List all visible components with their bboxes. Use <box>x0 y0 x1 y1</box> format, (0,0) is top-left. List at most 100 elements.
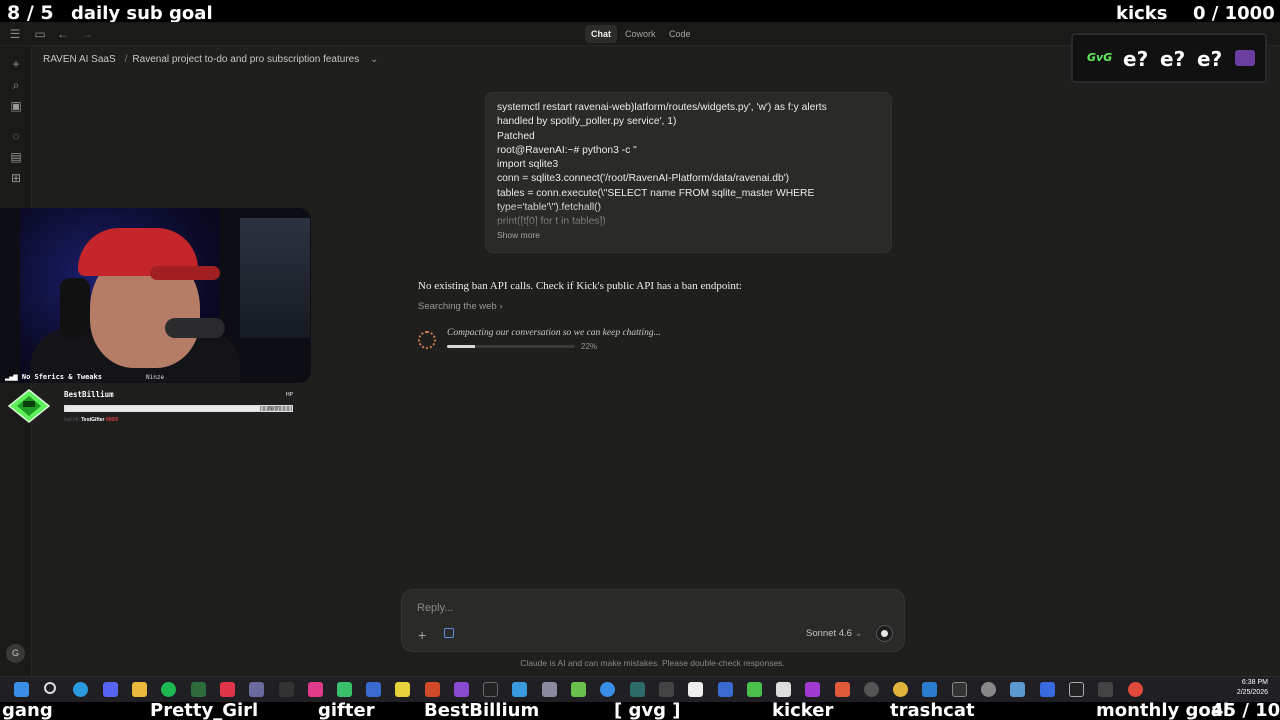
app-icon[interactable] <box>835 682 850 697</box>
tiktok-icon[interactable] <box>308 682 323 697</box>
hp-last-hit-amount: 0000! <box>105 417 119 423</box>
app-icon[interactable] <box>747 682 762 697</box>
code-fade <box>486 203 891 233</box>
app-icon[interactable] <box>191 682 206 697</box>
model-name: Sonnet 4.6 <box>806 628 852 639</box>
new-chat-icon[interactable]: + <box>8 56 24 72</box>
kicks-count: 0 / 1000 <box>1193 3 1275 24</box>
chat-bubble-icon[interactable]: ◌ <box>8 128 24 144</box>
user-message-code-block: systemctl restart ravenai-web)latform/ro… <box>485 92 892 253</box>
webcam-caption-secondary: Ninze <box>146 374 165 381</box>
app-icon[interactable] <box>864 682 879 697</box>
webcam-overlay <box>0 208 311 383</box>
app-icon[interactable] <box>220 682 235 697</box>
loading-spinner-icon <box>418 331 436 349</box>
app-icon[interactable] <box>718 682 733 697</box>
back-arrow-icon[interactable]: ← <box>55 26 71 42</box>
webcam-caption: ▂▄▆ No Sferics & Tweaks <box>5 373 102 381</box>
searching-the-web-toggle[interactable]: Searching the web › <box>418 301 503 312</box>
briefcase-icon[interactable]: ▣ <box>8 98 24 114</box>
show-more-button[interactable]: Show more <box>497 230 540 240</box>
spotify-icon[interactable] <box>161 682 176 697</box>
searching-label: Searching the web <box>418 301 497 312</box>
emote-1: e? <box>1123 47 1149 71</box>
chevron-down-icon: ⌄ <box>854 628 863 639</box>
emote-3: e? <box>1197 47 1223 71</box>
model-selector[interactable]: Sonnet 4.6 ⌄ <box>806 628 863 639</box>
file-explorer-icon[interactable] <box>132 682 147 697</box>
hp-bar-fill <box>65 406 261 411</box>
taskbar-clock[interactable]: 6:38 PM 2/25/2026 <box>1232 678 1268 698</box>
app-icon[interactable] <box>512 682 527 697</box>
code-line: import sqlite3 <box>497 159 559 171</box>
sidebar-toggle-icon[interactable]: ▭ <box>32 26 48 42</box>
tab-chat[interactable]: Chat <box>585 25 617 43</box>
monitor-image <box>240 218 310 338</box>
code-line: systemctl restart ravenai-web)latform/ro… <box>497 102 827 113</box>
settings-icon[interactable] <box>981 682 996 697</box>
app-icon[interactable] <box>1069 682 1084 697</box>
app-icon[interactable] <box>1098 682 1113 697</box>
disclaimer: Claude is AI and can make mistakes. Plea… <box>520 658 785 668</box>
app-icon[interactable] <box>776 682 791 697</box>
reply-composer: + Sonnet 4.6 ⌄ <box>401 589 905 652</box>
ticker-item: 45 / 100 <box>1211 702 1280 720</box>
chrome-icon[interactable] <box>893 682 908 697</box>
voice-mode-button[interactable] <box>876 625 893 642</box>
app-icon[interactable] <box>542 682 557 697</box>
tab-cowork[interactable]: Cowork <box>619 25 662 43</box>
terminal-icon[interactable] <box>952 682 967 697</box>
steam-icon[interactable] <box>366 682 381 697</box>
breadcrumb-project[interactable]: RAVEN AI SaaS <box>43 54 116 65</box>
app-icon[interactable] <box>1040 682 1055 697</box>
app-icon[interactable] <box>571 682 586 697</box>
app-icon[interactable] <box>425 682 440 697</box>
chevron-down-icon[interactable]: ⌄ <box>370 54 378 65</box>
app-icon[interactable] <box>395 682 410 697</box>
hp-bar <box>64 405 293 412</box>
ticker-item: gang <box>2 702 53 720</box>
hp-value: 6 / 7 <box>269 406 279 412</box>
edge-icon[interactable] <box>73 682 88 697</box>
hp-last-hit-label: last hit: <box>64 417 80 423</box>
discord-icon[interactable] <box>103 682 118 697</box>
clock-date: 2/25/2026 <box>1236 689 1268 696</box>
breadcrumb-conversation[interactable]: Ravenal project to-do and pro subscripti… <box>132 54 359 65</box>
search-icon[interactable]: ⌕ <box>8 77 24 93</box>
code-line: Patched <box>497 130 535 142</box>
hp-last-hit-user: TestGifter <box>81 417 105 423</box>
app-icon[interactable] <box>659 682 674 697</box>
app-icon[interactable] <box>600 682 615 697</box>
user-avatar[interactable]: G <box>6 644 25 663</box>
windows-start-icon[interactable] <box>14 682 29 697</box>
vscode-icon[interactable] <box>922 682 937 697</box>
reply-input[interactable] <box>417 602 797 614</box>
document-icon[interactable] <box>688 682 703 697</box>
app-icon[interactable] <box>279 682 294 697</box>
app-icon[interactable] <box>805 682 820 697</box>
sub-goal-label: daily sub goal <box>71 3 213 24</box>
ticker-item: kicker <box>772 702 834 720</box>
menu-icon[interactable]: ☰ <box>7 26 23 42</box>
gem-icon <box>8 389 50 423</box>
signal-icon: ▂▄▆ <box>5 373 22 381</box>
compacting-status: Compacting our conversation so we can ke… <box>447 328 661 338</box>
hp-last-hit: last hit: TestGifter 0000! <box>64 417 119 423</box>
app-icon[interactable] <box>249 682 264 697</box>
projects-icon[interactable]: ▤ <box>8 149 24 165</box>
search-icon[interactable] <box>44 682 56 694</box>
app-icon[interactable] <box>1128 682 1143 697</box>
ticker-item: [ gvg ] <box>614 702 681 720</box>
tool-icon[interactable] <box>444 628 454 638</box>
forward-arrow-icon[interactable]: → <box>79 26 95 42</box>
tab-code[interactable]: Code <box>663 25 697 43</box>
clock-time: 6:38 PM <box>1241 679 1268 686</box>
terminal-icon[interactable] <box>630 682 645 697</box>
apps-icon[interactable]: ⊞ <box>8 170 24 186</box>
add-attachment-icon[interactable]: + <box>418 627 426 643</box>
app-icon[interactable] <box>483 682 498 697</box>
code-line: handled by spotify_poller.py service', 1… <box>497 116 677 128</box>
app-icon[interactable] <box>337 682 352 697</box>
app-icon[interactable] <box>454 682 469 697</box>
app-icon[interactable] <box>1010 682 1025 697</box>
